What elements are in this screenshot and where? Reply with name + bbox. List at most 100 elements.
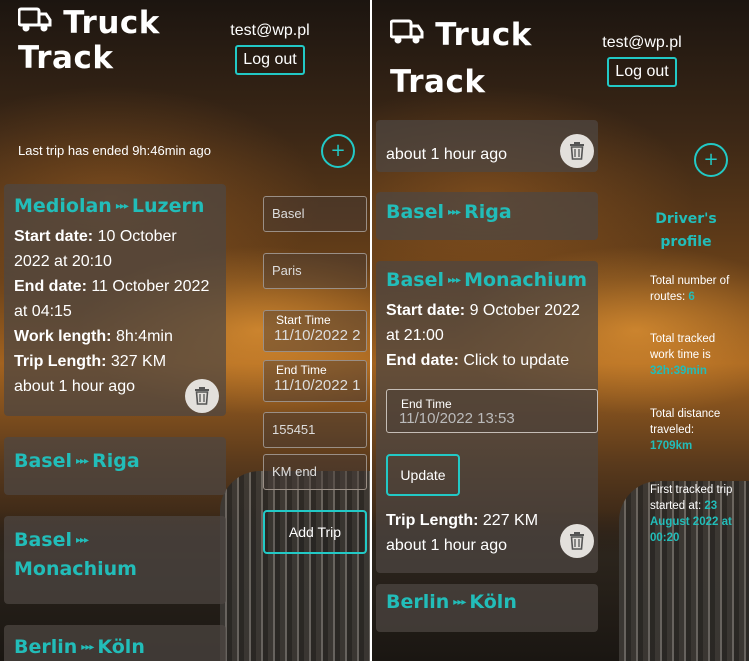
work-length-label: Work length: xyxy=(14,328,112,345)
end-time-value: 11/10/2022 1 xyxy=(274,377,361,394)
trash-icon xyxy=(195,387,209,405)
route-arrows-icon: ▸▸▸ xyxy=(453,597,466,608)
trip-length-label: Trip Length: xyxy=(14,353,107,370)
truck-grill-image xyxy=(220,471,370,661)
trash-icon xyxy=(570,532,584,550)
trip-card[interactable]: Mediolan ▸▸▸ Luzern Start date: 10 October… xyxy=(4,184,226,416)
trip-length-value: 227 KM xyxy=(482,512,539,529)
start-date-label: Start date: xyxy=(386,302,466,319)
user-email: test@wp.pl xyxy=(230,22,310,39)
trip-card[interactable]: about 1 hour ago xyxy=(376,120,598,172)
route-arrows-icon: ▸▸▸ xyxy=(76,535,89,546)
brand-title-line1: Truck xyxy=(435,17,532,53)
route-arrows-icon: ▸▸▸ xyxy=(448,275,461,286)
route-arrows-icon: ▸▸▸ xyxy=(81,642,94,653)
trip-route: Basel ▸▸▸ Riga xyxy=(14,447,216,476)
trip-work: Work length: 8h:4min xyxy=(14,324,216,349)
user-area: test@wp.pl Log out xyxy=(598,34,686,87)
stat-distance: Total distance traveled: 1709km xyxy=(650,406,730,454)
profile-title-line2: profile xyxy=(660,234,712,250)
trip-from: Basel xyxy=(14,450,73,472)
trip-card[interactable]: Berlin ▸▸▸ Köln xyxy=(4,625,226,661)
profile-title-line1: Driver's xyxy=(655,211,717,227)
stat-first-trip: First tracked trip started at: 23 August… xyxy=(650,482,736,546)
stat-routes-value: 6 xyxy=(688,291,695,303)
delete-trip-button[interactable] xyxy=(185,379,219,413)
km-end-input[interactable]: KM end xyxy=(263,454,367,490)
brand-title-line2: Track xyxy=(18,40,114,76)
stat-first-label: First tracked trip started at: xyxy=(650,484,733,512)
trip-to: Monachium xyxy=(464,269,588,291)
end-time-label: End Time xyxy=(276,363,327,377)
add-trip-toggle-button[interactable]: + xyxy=(694,143,728,177)
end-date-label: End date: xyxy=(386,352,459,369)
trip-from: Basel xyxy=(386,201,445,223)
trash-icon xyxy=(570,142,584,160)
trip-route: Basel ▸▸▸ Monachium xyxy=(386,266,588,295)
end-date-label: End date: xyxy=(14,278,87,295)
logout-button[interactable]: Log out xyxy=(607,57,677,87)
stat-distance-value: 1709km xyxy=(650,440,693,452)
brand-title-line1: Truck xyxy=(63,5,160,41)
stat-work-time: Total tracked work time is 32h:39min xyxy=(650,331,730,379)
end-date-value[interactable]: Click to update xyxy=(463,352,569,369)
last-trip-status: Last trip has ended 9h:46min ago xyxy=(18,143,211,158)
trip-card[interactable]: Basel ▸▸▸ Monachium xyxy=(4,516,226,604)
trip-card[interactable]: Basel ▸▸▸ Riga xyxy=(376,192,598,240)
logout-button[interactable]: Log out xyxy=(235,45,305,75)
trip-route: Mediolan ▸▸▸ Luzern xyxy=(14,192,216,221)
trip-route: Basel ▸▸▸ Monachium xyxy=(14,526,216,584)
trip-card[interactable]: Basel ▸▸▸ Monachium Start date: 9 October … xyxy=(376,261,598,573)
profile-title: Driver's profile xyxy=(634,208,738,254)
delete-trip-button[interactable] xyxy=(560,134,594,168)
trip-route: Basel ▸▸▸ Riga xyxy=(386,198,588,227)
start-time-input[interactable]: Start Time 11/10/2022 2 xyxy=(263,310,367,352)
user-email: test@wp.pl xyxy=(602,34,682,51)
truck-icon xyxy=(389,18,424,52)
trip-ago: about 1 hour ago xyxy=(386,537,507,554)
trip-from: Basel xyxy=(386,269,445,291)
trip-length: Trip Length: 227 KM xyxy=(386,508,538,533)
end-time-input[interactable]: End Time 11/10/2022 13:53 xyxy=(386,389,598,433)
trip-length-label: Trip Length: xyxy=(386,512,479,529)
trip-route: Berlin ▸▸▸ Köln xyxy=(14,633,216,661)
trip-to: Riga xyxy=(464,201,512,223)
add-trip-toggle-button[interactable]: + xyxy=(321,134,355,168)
stat-distance-label: Total distance traveled: xyxy=(650,408,721,436)
trip-card[interactable]: Berlin ▸▸▸ Köln xyxy=(376,584,598,632)
route-arrows-icon: ▸▸▸ xyxy=(115,201,129,212)
trip-length-value: 327 KM xyxy=(110,353,167,370)
start-time-label: Start Time xyxy=(276,313,331,327)
start-date-label: Start date: xyxy=(14,228,94,245)
km-start-input[interactable]: 155451 xyxy=(263,412,367,448)
trip-end: End date: 11 October 2022 at 04:15 xyxy=(14,274,216,324)
end-time-input[interactable]: End Time 11/10/2022 1 xyxy=(263,360,367,402)
trip-end: End date: Click to update xyxy=(386,348,588,373)
trip-ago: about 1 hour ago xyxy=(386,146,507,163)
trip-to: Köln xyxy=(469,591,517,613)
trip-start: Start date: 9 October 2022 at 21:00 xyxy=(386,298,588,348)
brand-logo[interactable]: Truck Track xyxy=(389,17,532,99)
update-button[interactable]: Update xyxy=(386,454,460,496)
trip-from: Mediolan xyxy=(14,195,112,217)
trip-to: Riga xyxy=(92,450,140,472)
brand-logo[interactable]: Truck Track xyxy=(17,5,160,76)
from-city-input[interactable]: Basel xyxy=(263,196,367,232)
user-area: test@wp.pl Log out xyxy=(226,22,314,75)
trip-route: Berlin ▸▸▸ Köln xyxy=(386,588,588,617)
trip-length: Trip Length: 327 KM xyxy=(14,349,216,374)
work-length-value: 8h:4min xyxy=(115,328,173,345)
add-trip-button[interactable]: Add Trip xyxy=(263,510,367,554)
delete-trip-button[interactable] xyxy=(560,524,594,558)
trip-start: Start date: 10 October 2022 at 20:10 xyxy=(14,224,216,274)
trip-to: Monachium xyxy=(14,558,137,580)
to-city-input[interactable]: Paris xyxy=(263,253,367,289)
left-screen: Truck Track test@wp.pl Log out Last trip… xyxy=(0,0,370,661)
trip-from: Basel xyxy=(14,529,73,551)
truck-icon xyxy=(17,6,52,40)
trip-card[interactable]: Basel ▸▸▸ Riga xyxy=(4,437,226,495)
right-screen: Truck Track test@wp.pl Log out + about 1… xyxy=(372,0,749,661)
route-arrows-icon: ▸▸▸ xyxy=(76,456,89,467)
end-time-value: 11/10/2022 13:53 xyxy=(399,410,515,427)
trip-to: Luzern xyxy=(131,195,205,217)
